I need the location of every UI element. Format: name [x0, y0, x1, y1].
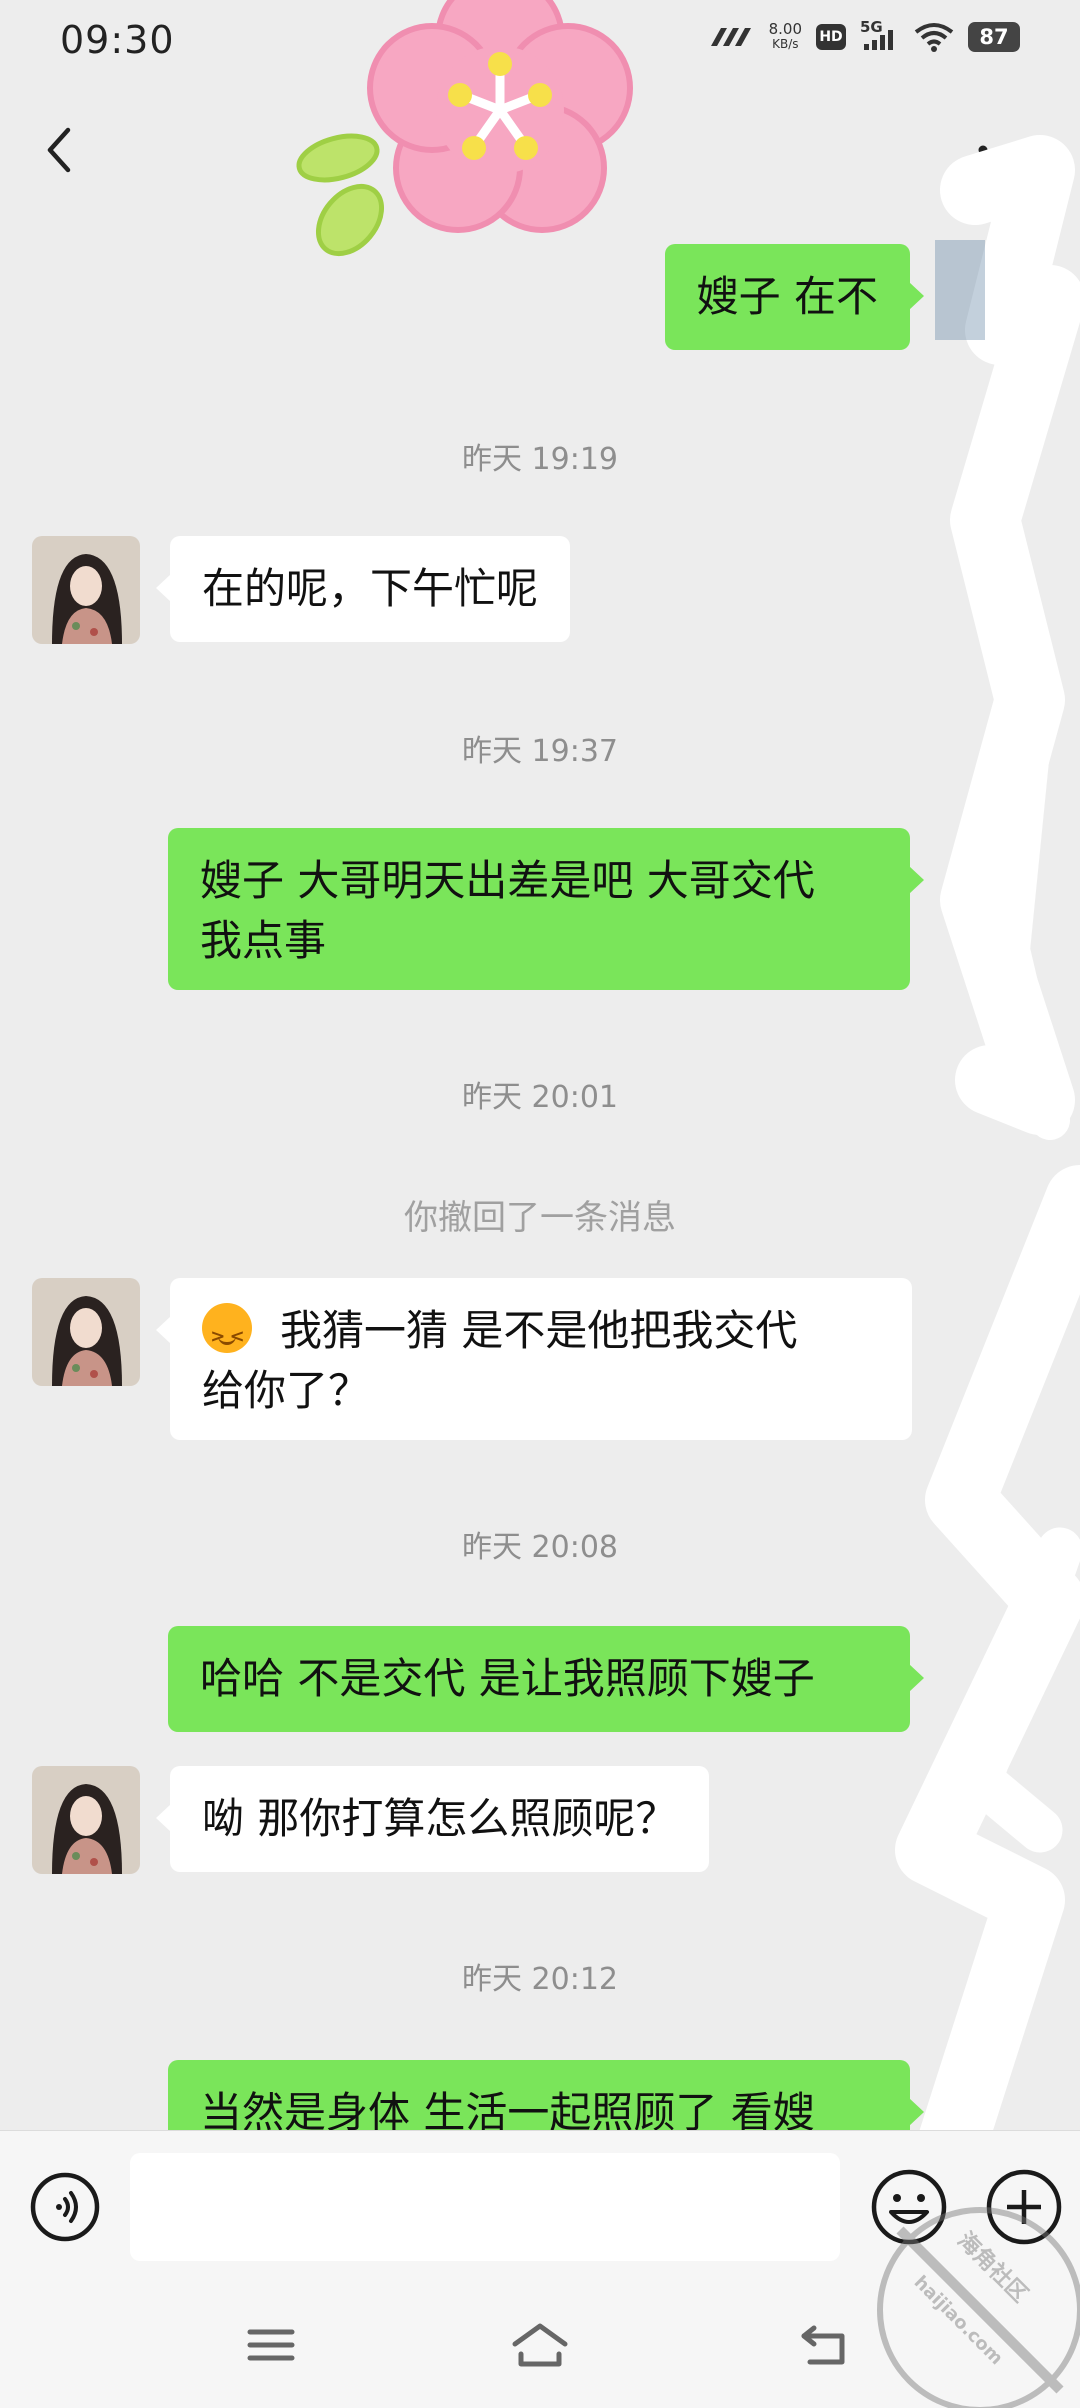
net-speed-value: 8.00 [768, 20, 802, 38]
message-text: 我点事 [200, 916, 327, 965]
home-icon[interactable] [505, 2318, 575, 2372]
message-input[interactable] [130, 2153, 840, 2261]
message-outgoing[interactable]: 哈哈 不是交代 是让我照顾下嫂子 [168, 1626, 924, 1732]
message-text: 当然是身体 生活一起照顾了 看嫂 [200, 2088, 815, 2130]
battery-indicator: 87 [968, 22, 1020, 52]
timestamp: 昨天 20:08 [462, 1530, 618, 1565]
timestamp: 昨天 19:19 [462, 442, 618, 477]
message-text: 嫂子 大哥明天出差是吧 大哥交代 [200, 856, 815, 905]
message-text: 在的呢，下午忙呢 [202, 564, 539, 613]
timestamp: 昨天 20:12 [462, 1962, 618, 1997]
message-outgoing[interactable]: 当然是身体 生活一起照顾了 看嫂 [168, 2060, 924, 2130]
flower-sticker [296, 0, 633, 257]
message-incoming[interactable]: 在的呢，下午忙呢 [155, 536, 571, 642]
message-outgoing[interactable]: 嫂子 大哥明天出差是吧 大哥交代 我点事 [168, 828, 924, 990]
wifi-icon [914, 23, 954, 52]
message-text: 嫂子 在不 [696, 272, 878, 321]
avatar[interactable] [32, 1278, 140, 1386]
message-text: 呦 那你打算怎么照顾呢？ [202, 1794, 678, 1843]
message-text: 给你了？ [202, 1366, 371, 1415]
message-line: 我猜一猜 是不是他把我交代 [202, 1301, 880, 1367]
recall-notice: 你撤回了一条消息 [404, 1198, 676, 1238]
voice-icon[interactable] [29, 2171, 101, 2243]
chat-area[interactable]: 嫂子 在不 昨天 19:19 在的呢，下午忙呢 昨天 19:37 嫂子 大哥明天… [0, 214, 1080, 2130]
signal-icon [710, 28, 751, 46]
more-dots-icon[interactable] [975, 135, 1035, 165]
site-watermark: 海角社区 haijiao.com [860, 2190, 1080, 2408]
message-incoming[interactable]: 我猜一猜 是不是他把我交代 给你了？ [156, 1278, 912, 1440]
message-outgoing[interactable]: 嫂子 在不 [664, 244, 925, 350]
hd-badge: HD [816, 24, 846, 50]
timestamp: 昨天 19:37 [462, 734, 618, 769]
avatar[interactable] [32, 1766, 140, 1874]
avatar[interactable] [32, 536, 140, 644]
menu-icon[interactable] [236, 2318, 306, 2372]
back-nav-icon[interactable] [790, 2318, 860, 2372]
net-speed: 8.00 KB/s [769, 22, 802, 52]
grimace-emoji-icon [202, 1303, 252, 1367]
message-incoming[interactable]: 呦 那你打算怎么照顾呢？ [155, 1766, 710, 1872]
chevron-left-icon[interactable] [40, 120, 80, 180]
cell-signal-icon: 5G [860, 18, 900, 52]
status-time: 09:30 [60, 18, 175, 62]
message-text: 我猜一猜 是不是他把我交代 [280, 1306, 798, 1355]
message-text: 哈哈 不是交代 是让我照顾下嫂子 [200, 1654, 815, 1703]
net-speed-unit: KB/s [772, 37, 799, 51]
timestamp: 昨天 20:01 [462, 1080, 618, 1115]
status-icons: 8.00 KB/s HD 5G 87 [707, 18, 1020, 52]
